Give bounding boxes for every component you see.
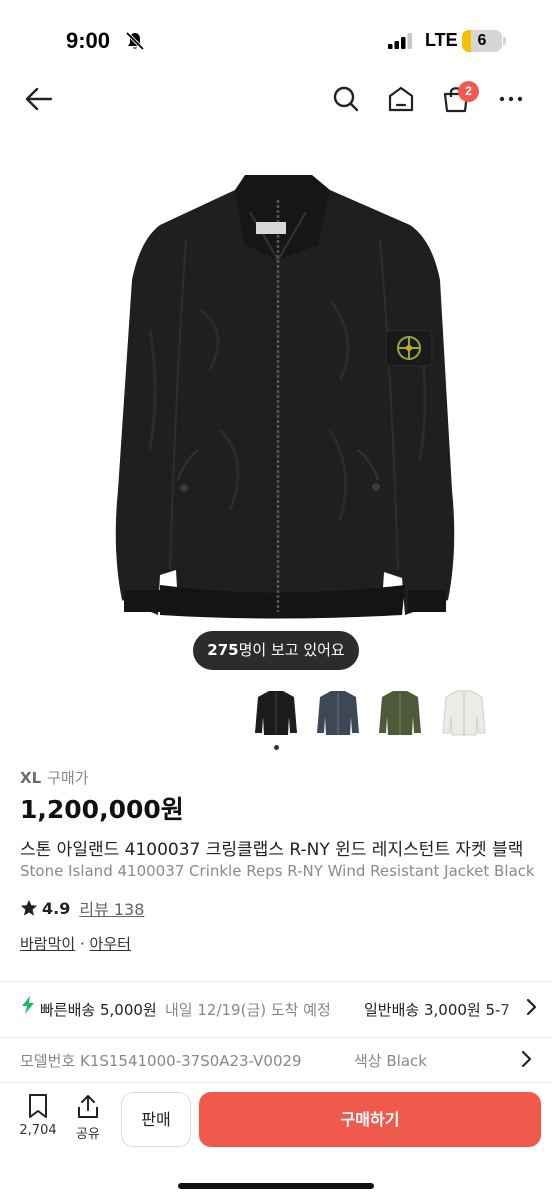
battery-level: 6	[477, 32, 487, 49]
back-arrow-icon[interactable]	[24, 84, 54, 114]
category-separator: ·	[79, 935, 85, 953]
home-icon[interactable]	[386, 84, 416, 114]
thumbnail-white[interactable]	[436, 684, 492, 742]
bell-off-icon	[124, 30, 146, 52]
battery-tip	[503, 37, 506, 45]
price: 1,200,000원	[20, 795, 184, 824]
selected-thumbnail-indicator	[274, 745, 279, 750]
fast-shipping-label: 빠른배송 5,000원	[40, 1001, 157, 1019]
thumbnail-navy[interactable]	[310, 684, 366, 742]
share-icon	[78, 1095, 98, 1118]
rating-score: 4.9	[42, 898, 71, 918]
share-label: 공유	[76, 1127, 100, 1142]
viewers-count-pill: 275명이 보고 있어요	[193, 631, 359, 670]
more-icon[interactable]	[496, 84, 526, 114]
divider	[0, 1037, 552, 1038]
chevron-right-icon[interactable]	[522, 997, 540, 1017]
bookmark-count: 2,704	[19, 1123, 57, 1138]
normal-shipping-label: 일반배송 3,000원 5-7	[364, 1001, 510, 1019]
jacket-thumb-olive	[379, 691, 421, 735]
category-windbreaker-link[interactable]: 바람막이	[20, 935, 75, 953]
color-label: 색상	[354, 1052, 382, 1070]
status-time: 9:00	[66, 28, 111, 53]
bookmark-button[interactable]: 2,704	[16, 1093, 60, 1153]
product-title-en: Stone Island 4100037 Crinkle Reps R-NY W…	[20, 862, 535, 880]
category-links: 바람막이 · 아우터	[20, 933, 131, 954]
cart-count-badge: 2	[458, 81, 479, 102]
price-kind-label: 구매가	[47, 769, 89, 787]
battery-icon: 6	[462, 30, 502, 52]
reviews-link[interactable]: 리뷰 138	[79, 896, 144, 920]
buy-button[interactable]: 구매하기	[199, 1092, 541, 1147]
model-label: 모델번호	[20, 1052, 76, 1070]
size-price-kind: XL 구매가	[20, 767, 89, 788]
model-number: 모델번호 K1S1541000-37S0A23-V0029	[20, 1050, 302, 1071]
search-icon[interactable]	[331, 84, 361, 114]
divider	[0, 981, 552, 982]
size-label: XL	[20, 769, 42, 787]
color-thumbnails	[0, 684, 552, 744]
bookmark-icon	[29, 1094, 47, 1118]
network-label: LTE	[425, 30, 458, 50]
fast-shipping-eta: 내일 12/19(금) 도착 예정	[165, 1001, 331, 1019]
category-outer-link[interactable]: 아우터	[90, 935, 131, 953]
chevron-right-icon[interactable]	[518, 1049, 534, 1069]
star-icon	[20, 899, 38, 916]
jacket-illustration	[115, 175, 455, 619]
model-value: K1S1541000-37S0A23-V0029	[79, 1052, 302, 1070]
sell-button[interactable]: 판매	[121, 1092, 191, 1147]
share-button[interactable]: 공유	[66, 1093, 110, 1153]
jacket-thumb-black	[255, 691, 297, 735]
jacket-thumb-navy	[317, 691, 359, 735]
shipping-options[interactable]: 빠른배송 5,000원 내일 12/19(금) 도착 예정 일반배송 3,000…	[0, 993, 552, 1025]
lightning-icon	[20, 995, 36, 1019]
product-image[interactable]	[0, 130, 552, 670]
jacket-thumb-white	[442, 690, 486, 736]
thumbnail-black[interactable]	[248, 684, 304, 742]
color-value: Black	[386, 1052, 427, 1070]
status-bar: 9:00 LTE 6	[0, 0, 552, 80]
color-info: 색상 Black	[354, 1050, 427, 1071]
viewers-count: 275	[207, 641, 239, 659]
viewers-text: 명이 보고 있어요	[238, 641, 345, 659]
thumbnail-olive[interactable]	[372, 684, 428, 742]
home-indicator	[178, 1183, 374, 1189]
product-title-ko: 스톤 아일랜드 4100037 크링클랩스 R-NY 윈드 레지스턴트 자켓 블…	[20, 840, 524, 860]
signal-icon	[388, 33, 414, 49]
rating: 4.9 리뷰 138	[20, 896, 144, 920]
